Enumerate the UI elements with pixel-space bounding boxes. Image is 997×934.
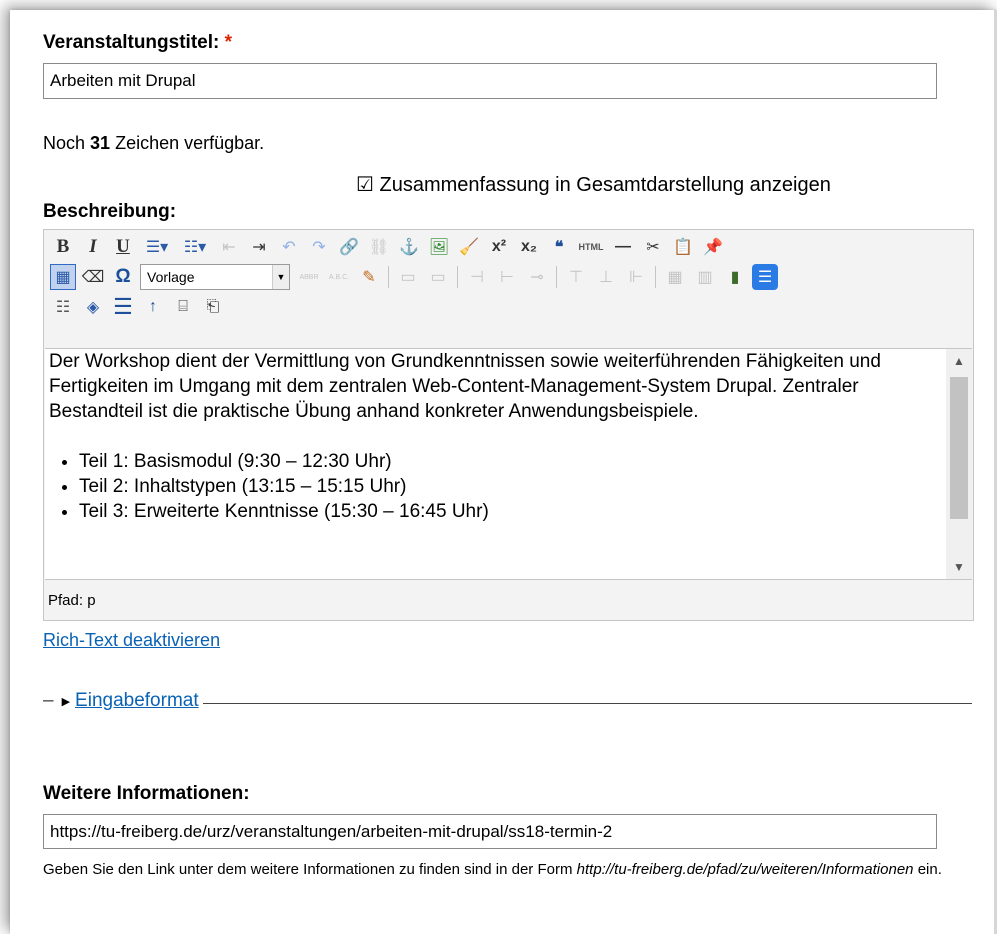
summary-checkbox[interactable]: ☑ Zusammenfassung in Gesamtdarstellung a… bbox=[356, 172, 831, 197]
eraser-icon[interactable]: ⌫ bbox=[80, 264, 106, 290]
cleanup-icon[interactable]: 🧹 bbox=[456, 234, 482, 260]
toolbar-row-3: ☷ ◈ ☰ ↑ ⌸ ⎗ bbox=[50, 293, 230, 321]
more-info-input-value: https://tu-freiberg.de/urz/veranstaltung… bbox=[50, 821, 613, 841]
toolbar-row-1: B I U ☰▾ ☷▾ ⇤ ⇥ ↶ ↷ 🔗 ⛓ ⚓ 🖼 🧹 x² x₂ ❝ HT… bbox=[50, 233, 730, 261]
checkbox-checked-icon[interactable]: ☑ bbox=[356, 174, 374, 196]
table-row-props-icon[interactable]: ▭ bbox=[395, 264, 421, 290]
help-suffix: ein. bbox=[917, 861, 942, 878]
paste-icon[interactable]: 📌 bbox=[700, 234, 726, 260]
description-list: Teil 1: Basismodul (9:30 – 12:30 Uhr) Te… bbox=[49, 449, 944, 524]
editor-text[interactable]: Der Workshop dient der Vermittlung von G… bbox=[49, 349, 944, 524]
numbered-list-icon[interactable]: ☷▾ bbox=[178, 234, 212, 260]
toolbar-separator bbox=[655, 266, 656, 288]
more-info-input[interactable]: https://tu-freiberg.de/urz/veranstaltung… bbox=[43, 814, 937, 849]
format-select[interactable]: Vorlage ▼ bbox=[140, 264, 290, 290]
underline-button[interactable]: U bbox=[110, 234, 136, 260]
arrow-up-icon[interactable]: ↑ bbox=[140, 294, 166, 320]
template-list-icon[interactable]: ☰ bbox=[752, 264, 778, 290]
table-cell-props-icon[interactable]: ▭ bbox=[425, 264, 451, 290]
insert-row-after-icon[interactable]: ⊢ bbox=[494, 264, 520, 290]
delete-col-icon[interactable]: ⊩ bbox=[623, 264, 649, 290]
toolbar-separator bbox=[388, 266, 389, 288]
editor-content-area[interactable]: Der Workshop dient der Vermittlung von G… bbox=[45, 348, 972, 580]
redo-icon[interactable]: ↷ bbox=[306, 234, 332, 260]
abbr-icon[interactable]: ABBR bbox=[296, 264, 322, 290]
cut-icon[interactable]: ✂ bbox=[640, 234, 666, 260]
format-select-value: Vorlage bbox=[147, 269, 195, 285]
char-counter-prefix: Noch bbox=[43, 133, 86, 153]
page-break-icon[interactable]: ⎗ bbox=[200, 294, 226, 320]
form-icon[interactable]: ⌸ bbox=[170, 294, 196, 320]
char-counter: Noch 31 Zeichen verfügbar. bbox=[43, 133, 264, 154]
required-marker: * bbox=[224, 32, 233, 53]
unlink-icon[interactable]: ⛓ bbox=[366, 234, 392, 260]
dash-icon: – bbox=[43, 690, 54, 711]
title-input[interactable]: Arbeiten mit Drupal bbox=[43, 63, 937, 99]
subscript-icon[interactable]: x₂ bbox=[516, 234, 542, 260]
toolbar-separator bbox=[556, 266, 557, 288]
more-info-label: Weitere Informationen: bbox=[43, 783, 250, 804]
rich-text-editor: B I U ☰▾ ☷▾ ⇤ ⇥ ↶ ↷ 🔗 ⛓ ⚓ 🖼 🧹 x² x₂ ❝ HT… bbox=[43, 229, 974, 621]
editor-scrollbar[interactable]: ▲ ▼ bbox=[946, 349, 972, 579]
help-prefix: Geben Sie den Link unter dem weitere Inf… bbox=[43, 861, 573, 878]
edit-attributes-icon[interactable]: ✎ bbox=[356, 264, 382, 290]
special-char-icon[interactable]: Ω bbox=[110, 264, 136, 290]
more-info-help: Geben Sie den Link unter dem weitere Inf… bbox=[43, 857, 973, 882]
title-label: Veranstaltungstitel: * bbox=[43, 32, 232, 54]
scrollbar-thumb[interactable] bbox=[950, 377, 968, 519]
insert-widget-icon[interactable]: ◈ bbox=[80, 294, 106, 320]
indent-icon[interactable]: ⇥ bbox=[246, 234, 272, 260]
title-label-text: Veranstaltungstitel: bbox=[43, 32, 220, 53]
list-item: Teil 1: Basismodul (9:30 – 12:30 Uhr) bbox=[79, 449, 944, 474]
undo-icon[interactable]: ↶ bbox=[276, 234, 302, 260]
list-item: Teil 3: Erweiterte Kenntnisse (15:30 – 1… bbox=[79, 499, 944, 524]
summary-checkbox-label[interactable]: Zusammenfassung in Gesamtdarstellung anz… bbox=[380, 174, 831, 196]
horizontal-rule-icon[interactable]: — bbox=[610, 234, 636, 260]
scroll-down-icon[interactable]: ▼ bbox=[946, 555, 972, 579]
input-format-legend[interactable]: – ▶ Eingabeformat bbox=[43, 690, 203, 712]
superscript-icon[interactable]: x² bbox=[486, 234, 512, 260]
acronym-icon[interactable]: A.B.C. bbox=[326, 264, 352, 290]
title-input-value: Arbeiten mit Drupal bbox=[50, 71, 196, 90]
bold-button[interactable]: B bbox=[50, 234, 76, 260]
media-icon[interactable]: ▮ bbox=[722, 264, 748, 290]
editor-path: Pfad: p bbox=[48, 592, 96, 609]
italic-button[interactable]: I bbox=[80, 234, 106, 260]
blockquote-icon[interactable]: ❝ bbox=[546, 234, 572, 260]
insert-col-before-icon[interactable]: ⊤ bbox=[563, 264, 589, 290]
char-counter-count: 31 bbox=[90, 133, 111, 153]
bullet-list-icon[interactable]: ☰▾ bbox=[140, 234, 174, 260]
triangle-right-icon[interactable]: ▶ bbox=[62, 695, 70, 708]
help-example: http://tu-freiberg.de/pfad/zu/weiteren/I… bbox=[576, 861, 914, 878]
input-format-link[interactable]: Eingabeformat bbox=[75, 690, 199, 712]
toolbar-row-2: ▦ ⌫ Ω Vorlage ▼ ABBR A.B.C. ✎ ▭ ▭ ⊣ ⊢ ⊸ … bbox=[50, 263, 782, 291]
char-counter-suffix: Zeichen verfügbar. bbox=[115, 133, 265, 153]
description-paragraph: Der Workshop dient der Vermittlung von G… bbox=[49, 351, 881, 422]
image-icon[interactable]: 🖼 bbox=[426, 234, 452, 260]
scroll-up-icon[interactable]: ▲ bbox=[946, 349, 972, 373]
list-item: Teil 2: Inhaltstypen (13:15 – 15:15 Uhr) bbox=[79, 474, 944, 499]
chevron-down-icon[interactable]: ▼ bbox=[272, 265, 289, 289]
toolbar-separator bbox=[457, 266, 458, 288]
menu-lines-icon[interactable]: ☰ bbox=[110, 294, 136, 320]
html-source-icon[interactable]: HTML bbox=[576, 234, 606, 260]
rich-text-toggle-link[interactable]: Rich-Text deaktivieren bbox=[43, 630, 220, 651]
delete-row-icon[interactable]: ⊸ bbox=[524, 264, 550, 290]
merge-cells-icon[interactable]: ▥ bbox=[692, 264, 718, 290]
anchor-icon[interactable]: ⚓ bbox=[396, 234, 422, 260]
insert-col-after-icon[interactable]: ⊥ bbox=[593, 264, 619, 290]
vcard-icon[interactable]: ☷ bbox=[50, 294, 76, 320]
link-icon[interactable]: 🔗 bbox=[336, 234, 362, 260]
insert-row-before-icon[interactable]: ⊣ bbox=[464, 264, 490, 290]
outdent-icon[interactable]: ⇤ bbox=[216, 234, 242, 260]
table-toggle-icon[interactable]: ▦ bbox=[50, 264, 76, 290]
description-label: Beschreibung: bbox=[43, 201, 177, 222]
split-cells-icon[interactable]: ▦ bbox=[662, 264, 688, 290]
copy-icon[interactable]: 📋 bbox=[670, 234, 696, 260]
